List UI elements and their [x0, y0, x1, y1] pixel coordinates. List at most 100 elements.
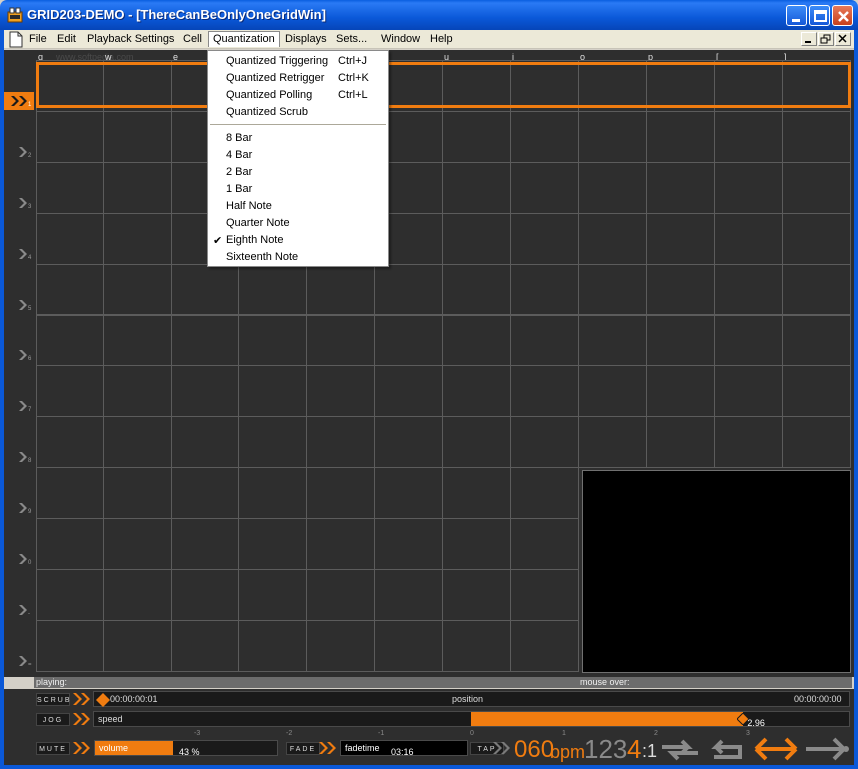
menu-item-4-bar[interactable]: 4 Bar — [226, 149, 252, 161]
menu-item-quarter-note[interactable]: Quarter Note — [226, 217, 290, 229]
grid-cell[interactable] — [374, 365, 443, 418]
document-icon[interactable] — [9, 31, 23, 48]
grid-cell[interactable] — [306, 569, 375, 621]
maximize-button[interactable] — [809, 5, 830, 26]
grid-cell[interactable] — [510, 161, 579, 214]
menu-window[interactable]: Window — [376, 32, 425, 46]
grid-cell[interactable] — [578, 416, 647, 469]
grid-cell[interactable] — [36, 110, 105, 163]
menu-quantization[interactable]: Quantization — [208, 31, 280, 47]
grid-cell[interactable] — [578, 161, 647, 214]
grid-cell[interactable] — [171, 619, 240, 672]
grid-cell[interactable] — [442, 263, 511, 316]
menu-item-8-bar[interactable]: 8 Bar — [226, 132, 252, 144]
title-bar[interactable]: GRID203-DEMO - [ThereCanBeOnlyOneGridWin… — [0, 0, 858, 30]
mdi-restore-button[interactable] — [818, 32, 834, 46]
grid-cell[interactable] — [103, 212, 172, 265]
grid-cell[interactable] — [782, 263, 851, 316]
grid-cell[interactable] — [510, 619, 579, 672]
menu-item-2-bar[interactable]: 2 Bar — [226, 166, 252, 178]
scrub-slider[interactable]: 00:00:00:01 position 00:00:00:00 — [93, 691, 850, 707]
grid-cell[interactable] — [510, 467, 579, 520]
grid-cell[interactable] — [578, 263, 647, 316]
grid-cell[interactable] — [238, 467, 307, 520]
grid-cell[interactable] — [36, 416, 105, 469]
loop-back-icon[interactable] — [704, 739, 744, 761]
grid-cell[interactable] — [442, 161, 511, 214]
grid-cell[interactable] — [238, 365, 307, 418]
grid-cell[interactable] — [36, 467, 105, 520]
grid-cell[interactable] — [646, 263, 715, 316]
grid-cell[interactable] — [782, 212, 851, 265]
grid-cell[interactable] — [442, 467, 511, 520]
grid-cell[interactable] — [578, 110, 647, 163]
grid-cell[interactable] — [374, 263, 443, 316]
jog-slider[interactable]: speed 2.96 — [93, 711, 850, 728]
fade-label[interactable]: FADE — [286, 742, 320, 755]
grid-cell[interactable] — [306, 416, 375, 469]
grid-cell[interactable] — [510, 569, 579, 621]
menu-displays[interactable]: Displays — [280, 32, 332, 46]
menu-item-quantized-triggering[interactable]: Quantized Triggering — [226, 55, 328, 67]
grid-cell[interactable] — [306, 314, 375, 367]
slider-handle[interactable] — [96, 693, 110, 707]
grid-cell[interactable] — [103, 518, 172, 570]
grid-cell[interactable] — [36, 263, 105, 316]
grid-cell[interactable] — [238, 314, 307, 367]
grid-cell[interactable] — [238, 416, 307, 469]
grid-cell[interactable] — [714, 416, 783, 469]
grid-cell[interactable] — [714, 161, 783, 214]
grid-cell[interactable] — [442, 314, 511, 367]
grid-cell[interactable] — [171, 416, 240, 469]
grid-cell[interactable] — [442, 416, 511, 469]
grid-cell[interactable] — [510, 518, 579, 570]
fadetime-slider[interactable]: fadetime 03:16 — [340, 740, 468, 757]
grid-cell[interactable] — [36, 314, 105, 367]
grid-cell[interactable] — [306, 467, 375, 520]
grid-cell[interactable] — [578, 212, 647, 265]
grid-cell[interactable] — [103, 314, 172, 367]
grid-cell[interactable] — [171, 263, 240, 316]
grid-cell[interactable] — [510, 263, 579, 316]
grid-cell[interactable] — [714, 110, 783, 163]
menu-cell[interactable]: Cell — [178, 32, 207, 46]
grid-cell[interactable] — [646, 314, 715, 367]
grid-cell[interactable] — [442, 212, 511, 265]
grid-cell[interactable] — [646, 161, 715, 214]
grid-cell[interactable] — [510, 314, 579, 367]
grid-cell[interactable] — [782, 314, 851, 367]
grid-cell[interactable] — [442, 619, 511, 672]
grid-cell[interactable] — [578, 314, 647, 367]
menu-item-half-note[interactable]: Half Note — [226, 200, 272, 212]
menu-playback-settings[interactable]: Playback Settings — [82, 32, 179, 46]
menu-item-eighth-note[interactable]: Eighth Note — [226, 234, 283, 246]
grid-cell[interactable] — [782, 365, 851, 418]
close-button[interactable] — [832, 5, 853, 26]
menu-item-quantized-retrigger[interactable]: Quantized Retrigger — [226, 72, 324, 84]
grid-cell[interactable] — [171, 569, 240, 621]
grid-cell[interactable] — [103, 467, 172, 520]
grid-cell[interactable] — [374, 314, 443, 367]
grid-cell[interactable] — [36, 365, 105, 418]
grid-cell[interactable] — [374, 619, 443, 672]
menu-sets[interactable]: Sets... — [331, 32, 372, 46]
grid-cell[interactable] — [646, 365, 715, 418]
grid-cell[interactable] — [238, 263, 307, 316]
loop-forward-icon[interactable] — [660, 739, 700, 761]
grid-cell[interactable] — [578, 365, 647, 418]
mdi-minimize-button[interactable] — [801, 32, 817, 46]
grid-cell[interactable] — [238, 619, 307, 672]
grid-cell[interactable] — [374, 518, 443, 570]
grid-cell[interactable] — [782, 110, 851, 163]
grid-cell[interactable] — [442, 518, 511, 570]
grid-cell[interactable] — [714, 263, 783, 316]
grid-cell[interactable] — [646, 212, 715, 265]
grid-cell[interactable] — [171, 467, 240, 520]
ping-pong-icon[interactable] — [752, 737, 800, 761]
menu-item-quantized-polling[interactable]: Quantized Polling — [226, 89, 312, 101]
grid-cell[interactable] — [238, 569, 307, 621]
grid-cell[interactable] — [646, 416, 715, 469]
grid-cell[interactable] — [36, 161, 105, 214]
grid-cell[interactable] — [103, 569, 172, 621]
grid-cell[interactable] — [171, 365, 240, 418]
